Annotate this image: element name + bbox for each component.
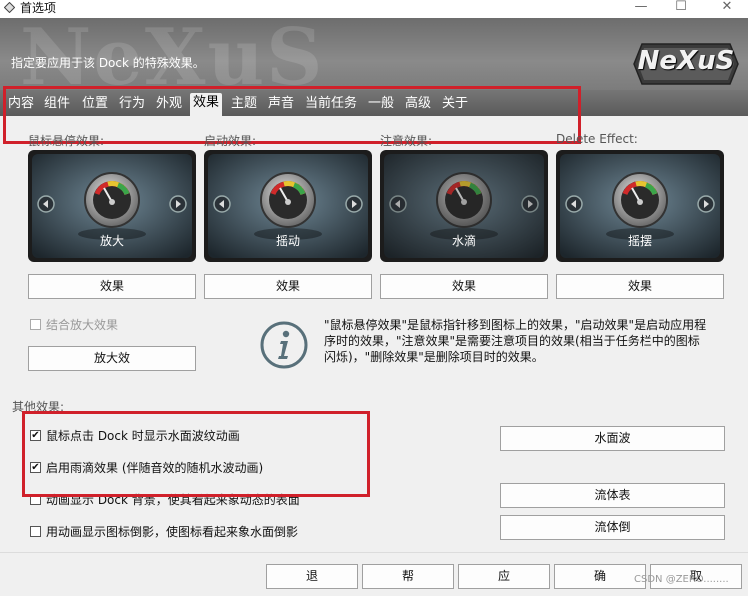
- window-title: 首选项: [20, 1, 57, 15]
- title-bar: 首选项 — ☐ ✕: [0, 0, 748, 18]
- apply-button[interactable]: 应: [458, 564, 550, 589]
- zoom-effect-button[interactable]: 放大效: [28, 346, 196, 371]
- effect-preview-launch[interactable]: 摇动: [204, 150, 372, 262]
- effect-preview-delete[interactable]: 摇摆: [556, 150, 724, 262]
- banner-subtitle: 指定要应用于该 Dock 的特殊效果。: [11, 56, 205, 70]
- app-icon: [4, 2, 15, 13]
- back-button[interactable]: 退: [266, 564, 358, 589]
- animate-reflection-label: 用动画显示图标倒影，使图标看起来象水面倒影: [46, 525, 299, 539]
- close-icon[interactable]: ✕: [712, 0, 742, 16]
- combine-zoom-checkbox[interactable]: [30, 319, 41, 330]
- nexus-logo: NeXuS: [630, 40, 742, 88]
- attention-effect-label: 注意效果:: [380, 134, 433, 148]
- fluid-surface-button[interactable]: 流体表: [500, 483, 725, 508]
- effect-preview-name: 水滴: [451, 234, 476, 248]
- highlight-box-options: [22, 411, 370, 497]
- combine-zoom-label: 结合放大效果: [46, 318, 119, 332]
- maximize-icon[interactable]: ☐: [666, 0, 696, 16]
- info-text: "鼠标悬停效果"是鼠标指针移到图标上的效果，"启动效果"是启动应用程 序时的效果…: [324, 318, 707, 364]
- hover-effect-label: 鼠标悬停效果:: [28, 134, 105, 148]
- watermark: CSDN @ZERO........: [634, 574, 729, 585]
- delete-effect-button[interactable]: 效果: [556, 274, 724, 299]
- launch-effect-button[interactable]: 效果: [204, 274, 372, 299]
- ok-button[interactable]: 确: [554, 564, 646, 589]
- help-button[interactable]: 帮: [362, 564, 454, 589]
- header-banner: NeXuS 指定要应用于该 Dock 的特殊效果。 NeXuS: [0, 18, 748, 90]
- effect-preview-name: 摇摆: [627, 234, 652, 248]
- footer-divider: [0, 552, 748, 553]
- delete-effect-label: Delete Effect:: [556, 132, 638, 146]
- animate-reflection-checkbox[interactable]: [30, 526, 41, 537]
- attention-effect-button[interactable]: 效果: [380, 274, 548, 299]
- water-ripple-button[interactable]: 水面波: [500, 426, 725, 451]
- hover-effect-button[interactable]: 效果: [28, 274, 196, 299]
- minimize-icon[interactable]: —: [626, 0, 656, 16]
- effect-preview-hover[interactable]: 放大: [28, 150, 196, 262]
- effect-preview-attention[interactable]: 水滴: [380, 150, 548, 262]
- launch-effect-label: 启动效果:: [204, 134, 257, 148]
- fluid-reflection-button[interactable]: 流体倒: [500, 515, 725, 540]
- effect-preview-name: 放大: [99, 234, 124, 248]
- effect-preview-name: 摇动: [275, 234, 300, 248]
- info-icon: [260, 321, 308, 369]
